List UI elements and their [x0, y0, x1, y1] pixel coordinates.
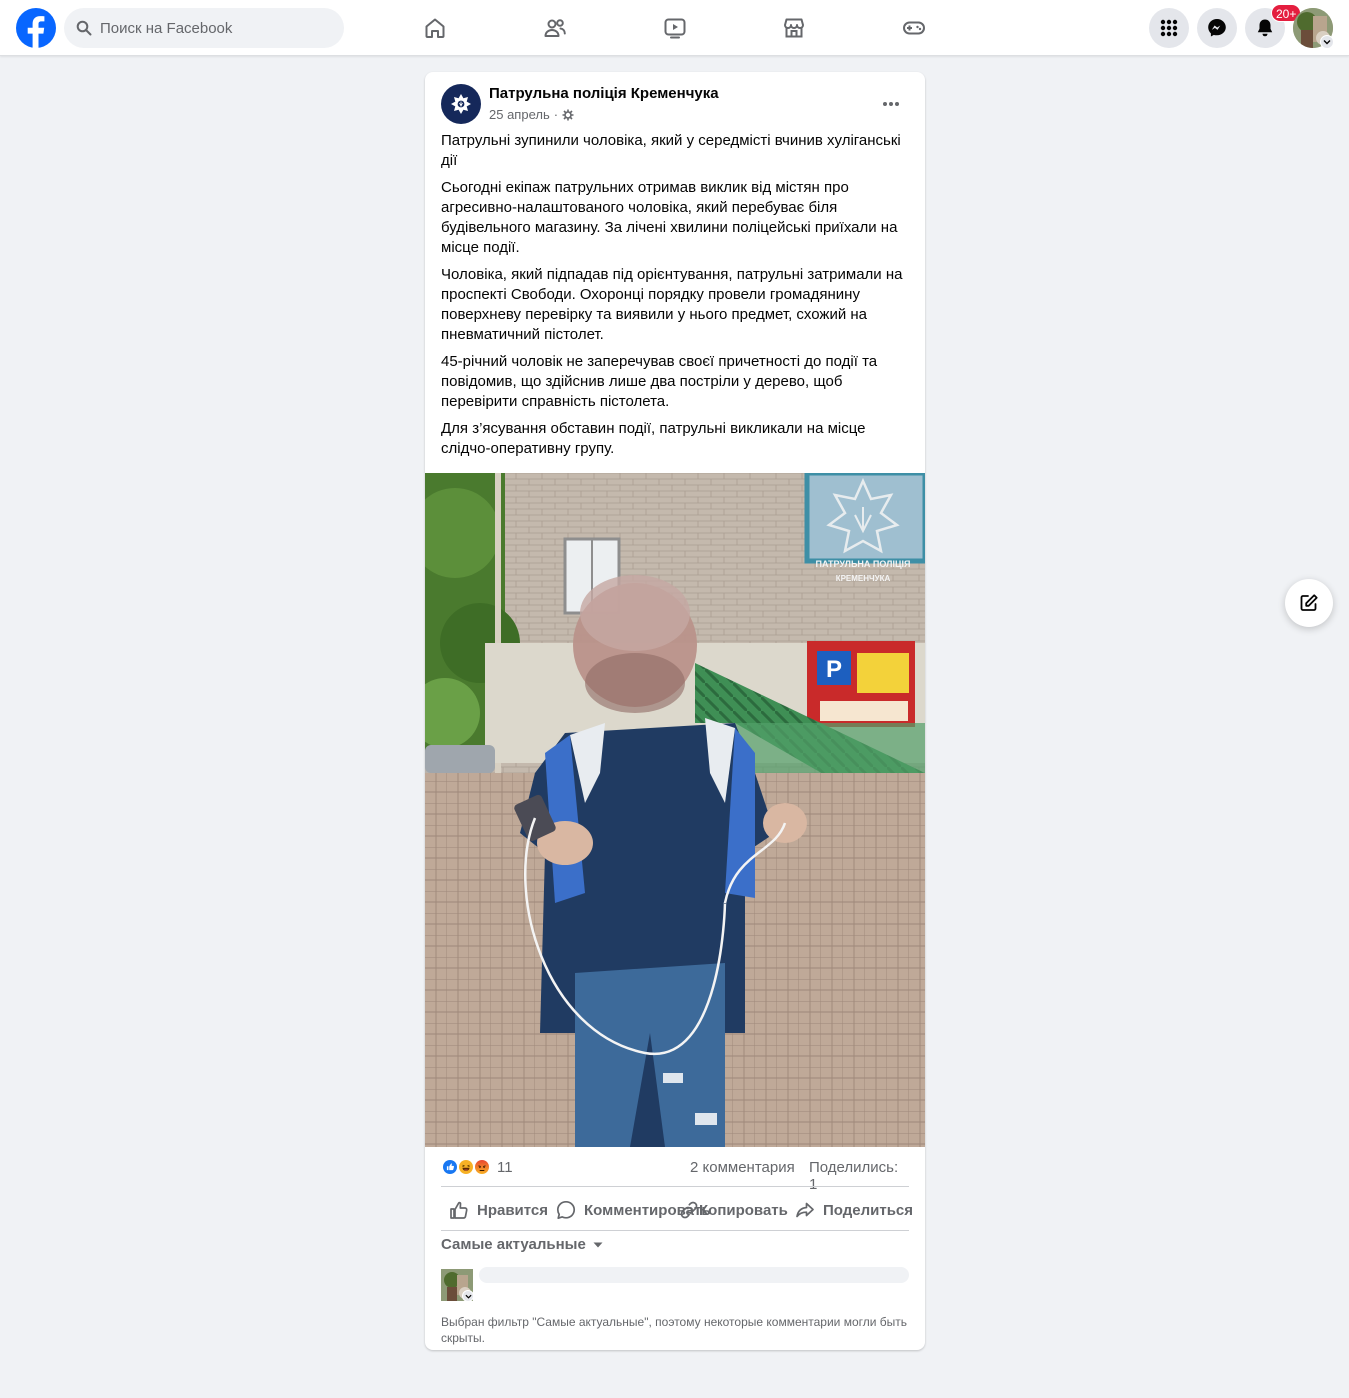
- comments-count[interactable]: 2 комментария: [690, 1159, 795, 1176]
- stats-divider: [441, 1186, 909, 1187]
- post-paragraph: Патрульні зупинили чоловіка, який у сере…: [441, 132, 901, 169]
- police-star-icon: [451, 94, 471, 114]
- facebook-logo-icon[interactable]: [16, 8, 56, 48]
- bell-icon: [1257, 19, 1273, 37]
- tab-home[interactable]: [379, 0, 491, 56]
- top-navigation-bar: 20+: [0, 0, 1349, 56]
- chevron-down-icon: [1323, 40, 1331, 45]
- comment-filter-note: Выбран фильтр "Самые актуальные", поэтом…: [441, 1315, 908, 1345]
- commenter-avatar-chevron[interactable]: [462, 1290, 474, 1302]
- meta-separator: ·: [553, 107, 559, 122]
- share-icon: [796, 1202, 814, 1218]
- account-menu-chevron[interactable]: [1320, 35, 1334, 49]
- home-icon: [425, 18, 445, 38]
- post-paragraph: Сьогодні екіпаж патрульних отримав викли…: [441, 179, 898, 256]
- post-author[interactable]: Патрульна поліція Кременчука: [489, 85, 719, 102]
- search-input[interactable]: [100, 19, 320, 37]
- watch-icon: [664, 18, 686, 39]
- comment-sort-dropdown[interactable]: Самые актуальные: [441, 1236, 604, 1253]
- like-button-label: Нравится: [477, 1201, 549, 1219]
- comment-input[interactable]: [479, 1267, 909, 1283]
- share-button-label: Поделиться: [823, 1201, 914, 1219]
- messenger-button[interactable]: [1197, 8, 1237, 48]
- tab-friends[interactable]: [499, 0, 611, 56]
- watermark-line-2: КРЕМЕНЧУКА: [836, 574, 891, 583]
- reactions-count: 11: [497, 1158, 513, 1176]
- friends-icon: [544, 19, 566, 37]
- share-button[interactable]: Поделиться: [795, 1196, 913, 1224]
- link-icon: [680, 1201, 698, 1219]
- menu-button[interactable]: [1149, 8, 1189, 48]
- post-paragraph: 45-річний чоловік не заперечував своєї п…: [441, 353, 878, 410]
- messenger-icon: [1208, 19, 1226, 37]
- post-stats: 11 2 комментария Поделились: 1: [441, 1157, 909, 1193]
- compose-icon: [1300, 594, 1318, 611]
- post-date[interactable]: 25 апрель: [489, 107, 550, 122]
- copy-button[interactable]: Копировать: [679, 1196, 788, 1224]
- tab-gaming[interactable]: [858, 0, 970, 56]
- search-box[interactable]: [64, 8, 344, 48]
- svg-text:P: P: [826, 656, 842, 683]
- comment-icon: [556, 1200, 576, 1220]
- watermark-line-1: ПАТРУЛЬНА ПОЛІЦІЯ: [815, 559, 910, 569]
- page-avatar[interactable]: [441, 84, 481, 124]
- post-paragraph: Чоловіка, який підпадав під орієнтування…: [441, 266, 903, 343]
- post-photo[interactable]: P ПАТРУЛЬНА ПОЛІЦІЯ КРЕМЕНЧУКА: [425, 473, 925, 1147]
- post-card: Патрульна поліція Кременчука 25 апрель ·…: [425, 72, 925, 1350]
- search-icon: [76, 20, 92, 36]
- marketplace-icon: [784, 18, 804, 38]
- angry-reaction-icon: [473, 1158, 491, 1176]
- gaming-icon: [903, 21, 925, 35]
- like-button[interactable]: Нравится: [449, 1196, 548, 1224]
- public-audience-icon: [562, 109, 574, 120]
- shares-count[interactable]: Поделились: 1: [809, 1159, 909, 1193]
- more-horizontal-icon: [883, 102, 899, 106]
- post-paragraph: Для з’ясування обставин події, патрульні…: [441, 420, 866, 457]
- new-message-button[interactable]: [1285, 579, 1333, 627]
- chevron-down-icon: [464, 1294, 472, 1299]
- post-text: Патрульні зупинили чоловіка, який у сере…: [441, 131, 911, 466]
- post-actions: Нравится Комментировать Копировать Подел…: [441, 1196, 913, 1224]
- menu-grid-icon: [1160, 19, 1178, 37]
- actions-divider: [441, 1230, 909, 1231]
- post-options-button[interactable]: [873, 86, 909, 122]
- tab-marketplace[interactable]: [738, 0, 850, 56]
- sort-label: Самые актуальные: [441, 1236, 586, 1253]
- post-meta: 25 апрель ·: [489, 107, 574, 122]
- reactions-summary[interactable]: 11: [441, 1158, 513, 1176]
- tab-watch[interactable]: [619, 0, 731, 56]
- thumbs-up-icon: [450, 1201, 468, 1219]
- copy-button-label: Копировать: [699, 1201, 788, 1219]
- caret-down-icon: [593, 1242, 603, 1247]
